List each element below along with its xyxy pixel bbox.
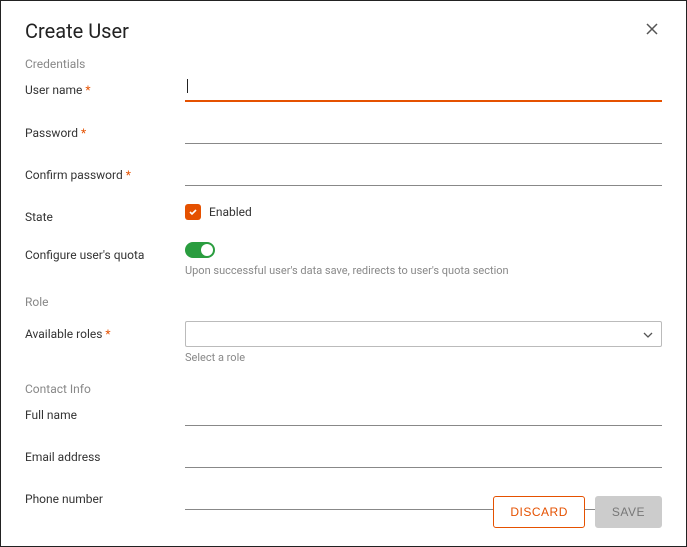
state-checkbox[interactable] (185, 204, 201, 220)
discard-button[interactable]: DISCARD (493, 496, 585, 528)
row-confirm-password: Confirm password (25, 162, 662, 186)
roles-select[interactable] (185, 321, 662, 347)
dialog-footer: DISCARD SAVE (493, 496, 662, 528)
label-roles: Available roles (25, 321, 185, 341)
row-password: Password (25, 120, 662, 144)
state-checkbox-label: Enabled (209, 205, 252, 219)
label-quota: Configure user's quota (25, 242, 185, 262)
label-password: Password (25, 120, 185, 140)
roles-helper: Select a role (185, 351, 662, 364)
quota-helper: Upon successful user's data save, redire… (185, 264, 662, 277)
dialog-title: Create User (25, 19, 129, 43)
toggle-knob (201, 244, 213, 256)
email-field[interactable] (185, 444, 662, 468)
row-email: Email address (25, 444, 662, 468)
close-icon[interactable] (642, 19, 662, 43)
label-state: State (25, 204, 185, 224)
row-fullname: Full name (25, 402, 662, 426)
fullname-field[interactable] (185, 402, 662, 426)
label-fullname: Full name (25, 402, 185, 422)
label-phone: Phone number (25, 486, 185, 506)
label-confirm-password: Confirm password (25, 162, 185, 182)
quota-toggle[interactable] (185, 242, 215, 258)
confirm-password-field[interactable] (185, 162, 662, 186)
row-quota: Configure user's quota Upon successful u… (25, 242, 662, 277)
row-username: User name (25, 77, 662, 102)
row-state: State Enabled (25, 204, 662, 224)
section-credentials: Credentials (25, 57, 662, 71)
row-roles: Available roles Select a role (25, 321, 662, 364)
save-button[interactable]: SAVE (595, 496, 662, 528)
password-field[interactable] (185, 120, 662, 144)
section-role: Role (25, 295, 662, 309)
label-email: Email address (25, 444, 185, 464)
dialog-header: Create User (25, 19, 662, 43)
username-field[interactable] (185, 77, 662, 102)
label-username: User name (25, 77, 185, 97)
section-contact: Contact Info (25, 382, 662, 396)
chevron-down-icon (643, 328, 653, 341)
